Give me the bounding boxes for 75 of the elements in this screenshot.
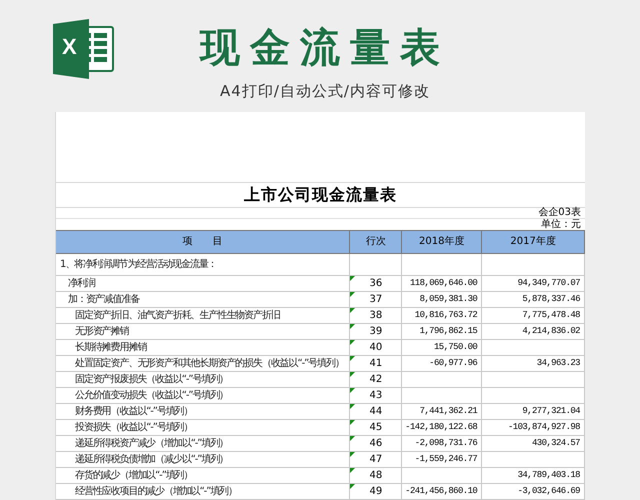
corner-triangle-icon: [350, 308, 356, 313]
table-cell: 加：资产减值准备: [56, 292, 350, 308]
banner-title: 现金流量表: [200, 24, 450, 72]
table-cell: 7,441,362.21: [402, 404, 482, 420]
table-cell: 投资损失（收益以“-”号填列）: [56, 420, 350, 436]
table-cell: 无形资产摊销: [56, 324, 350, 340]
line-number: 47: [370, 454, 382, 464]
column-header: 项 目: [56, 231, 350, 254]
table-cell: 9,277,321.04: [482, 404, 585, 420]
line-number: 46: [370, 438, 382, 448]
form-code: 会企03表: [538, 208, 581, 218]
table-cell: 递延所得税负债增加（减少以“-”填列）: [56, 452, 350, 468]
corner-triangle-icon: [350, 436, 356, 441]
spreadsheet-logo-icon: [53, 19, 115, 79]
corner-triangle-icon: [350, 372, 356, 377]
corner-triangle-icon: [350, 324, 356, 329]
corner-triangle-icon: [350, 468, 356, 473]
table-cell: 长期待摊费用摊销: [56, 340, 350, 356]
table-cell: 94,349,770.07: [482, 276, 586, 292]
table-cell: -1,559,246.77: [402, 452, 482, 468]
line-number: 42: [370, 374, 382, 384]
column-header: 2017年度: [482, 231, 585, 254]
table-cell: -241,456,860.10: [402, 484, 482, 500]
logo-letter: X: [62, 36, 77, 58]
table-cell: 8,059,381.30: [402, 292, 482, 308]
table-cell: 34,789,403.18: [482, 468, 585, 484]
table-cell: 处置固定资产、无形资产和其他长期资产的损失（收益以“-”号填列）: [56, 356, 350, 372]
line-number: 39: [370, 326, 382, 336]
corner-triangle-icon: [350, 484, 356, 489]
sheet-title: 上市公司现金流量表: [244, 187, 397, 203]
table-cell: 财务费用（收益以“-”号填列）: [56, 404, 350, 420]
table-cell: -3,032,646.69: [482, 484, 585, 500]
table-cell: 固定资产报废损失（收益以“-”号填列）: [56, 372, 350, 388]
line-number: 43: [370, 390, 382, 400]
line-number: 36: [370, 278, 382, 288]
table-cell: 公允价值变动损失（收益以“-”号填列）: [56, 388, 350, 404]
table-cell: 34,963.23: [482, 356, 585, 372]
line-number: 45: [370, 422, 382, 432]
corner-triangle-icon: [350, 356, 356, 361]
table-cell: 4,214,836.02: [482, 324, 585, 340]
table-cell: 430,324.57: [482, 436, 585, 452]
table-cell: 118,069,646.00: [402, 276, 482, 292]
line-number: 41: [370, 358, 382, 368]
table-cell: 固定资产折旧、油气资产折耗、生产性生物资产折旧: [56, 308, 350, 324]
table-cell: 7,775,478.48: [482, 308, 585, 324]
line-number: 44: [370, 406, 382, 416]
column-header: 行次: [350, 231, 402, 254]
line-number: 48: [370, 470, 382, 480]
table-cell: -60,977.96: [402, 356, 482, 372]
table-cell: 递延所得税资产减少（增加以“-”填列）: [56, 436, 350, 452]
corner-triangle-icon: [350, 292, 356, 297]
unit-label: 单位：元: [541, 220, 581, 230]
table-cell: 净利润: [56, 276, 350, 292]
table-cell: 1、将净利润调节为经营活动现金流量：: [56, 254, 350, 276]
corner-triangle-icon: [350, 404, 356, 409]
line-number: 37: [370, 294, 382, 304]
table-cell: 10,816,763.72: [402, 308, 482, 324]
table-cell: 存货的减少（增加以“-”填列）: [56, 468, 350, 484]
banner-subtitle: A4打印/自动公式/内容可修改: [220, 84, 430, 99]
table-cell: 5,878,337.46: [482, 292, 586, 308]
table-cell: 15,750.00: [402, 340, 482, 356]
column-header: 2018年度: [402, 231, 482, 254]
corner-triangle-icon: [350, 388, 356, 393]
table-cell: -103,874,927.98: [482, 420, 585, 436]
table-cell: -2,098,731.76: [402, 436, 482, 452]
corner-triangle-icon: [350, 276, 356, 281]
line-number: 49: [370, 486, 382, 496]
corner-triangle-icon: [350, 420, 356, 425]
table-cell: -142,180,122.68: [402, 420, 482, 436]
corner-triangle-icon: [350, 452, 356, 457]
line-number: 40: [370, 342, 382, 352]
table-cell: 经营性应收项目的减少（增加以“-”填列）: [56, 484, 350, 500]
corner-triangle-icon: [350, 340, 356, 345]
table-cell: 1,796,862.15: [402, 324, 482, 340]
line-number: 38: [370, 310, 382, 320]
